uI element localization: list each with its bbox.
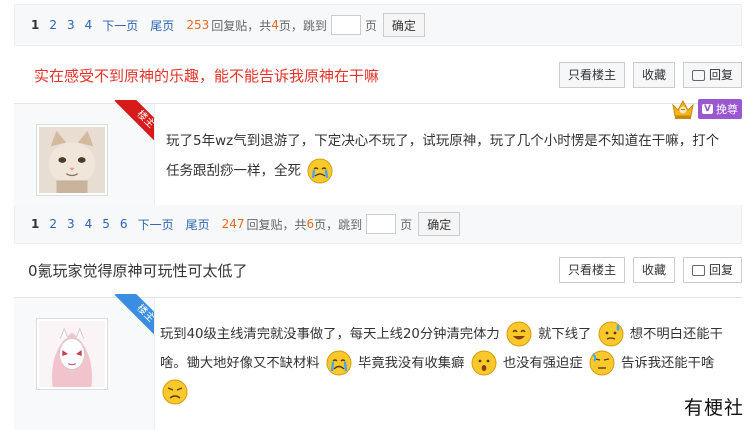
page-4-link[interactable]: 4 [85,217,93,231]
only-op-button[interactable]: 只看楼主 [558,62,625,88]
page-total: 6 [306,217,315,231]
page-3-link[interactable]: 3 [67,217,75,231]
sweat-emoji-icon [598,321,624,347]
favorite-button[interactable]: 收藏 [632,62,675,88]
pager: 1 2 3 4 下一页 尾页 253 回复贴，共 4 页，跳到 页 确定 [31,5,425,45]
page-6-link[interactable]: 6 [120,217,128,231]
avatar[interactable] [36,318,108,390]
thread-title: 实在感受不到原神的乐趣，能不能告诉我原神在干嘛 [34,67,380,85]
only-op-label: 只看楼主 [567,263,616,277]
post-content: 玩了5年wz气到退游了，下定决心不玩了，试玩原神，玩了几个小时愣是不知道在干嘛，… [166,126,728,186]
op-ribbon-label: 楼主 [114,100,154,150]
pager-bar: 1 2 3 4 下一页 尾页 253 回复贴，共 4 页，跳到 页 确定 [14,4,742,46]
reply-label: 回复 [708,263,733,277]
only-op-button[interactable]: 只看楼主 [558,257,625,283]
reply-count: 253 [186,18,210,32]
only-op-label: 只看楼主 [567,68,616,82]
page-unit: 页，跳到 [278,18,327,33]
first-post: 楼主 玩了5年wz气到退游了，下定决心不玩了，试玩原神，玩了几个小时愣是不知道在… [14,100,742,205]
pager: 1 2 3 4 5 6 下一页 尾页 247 回复贴，共 6 页，跳到 页 确定 [31,205,461,243]
pager-bar: 1 2 3 4 5 6 下一页 尾页 247 回复贴，共 6 页，跳到 页 确定 [14,205,742,244]
watermark-logo: 有梗社 [683,397,744,419]
page-5-link[interactable]: 5 [102,217,110,231]
reply-button[interactable]: 回复 [682,62,742,88]
post-text-seg6: 告诉我还能干啥 [621,356,715,371]
reply-icon [691,264,705,276]
post-text: 玩了5年wz气到退游了，下定决心不玩了，试玩原神，玩了几个小时愣是不知道在干嘛，… [166,133,720,179]
page-total: 4 [271,18,279,32]
thread-actions: 只看楼主 收藏 回复 [558,62,742,88]
favorite-label: 收藏 [641,263,666,277]
author-column: 楼主 [14,100,155,205]
page-2-link[interactable]: 2 [49,18,57,32]
page-unit: 页，跳到 [314,217,363,232]
thread-panel-2: 1 2 3 4 5 6 下一页 尾页 247 回复贴，共 6 页，跳到 页 确定… [0,205,756,430]
page-suffix: 页 [400,217,413,232]
confirm-button[interactable]: 确定 [418,212,461,236]
page-suffix: 页 [364,18,377,33]
smile-emoji-icon [506,321,532,347]
crying-emoji-icon [326,350,352,376]
favorite-label: 收藏 [641,68,666,82]
favorite-button[interactable]: 收藏 [632,257,675,283]
op-ribbon-label: 楼主 [114,294,154,344]
page-jump-input[interactable] [366,214,397,234]
reply-button[interactable]: 回复 [682,257,742,283]
reply-count: 247 [221,217,245,231]
first-post: 楼主 玩到40级主线清完就没事做了，每天上线20分钟清完体力 就下线了 想不明白… [14,294,742,430]
reply-label: 回复 [708,68,733,82]
thread-title: 0氪玩家觉得原神可玩性可太低了 [28,262,248,280]
page-3-link[interactable]: 3 [67,18,75,32]
page-4-link[interactable]: 4 [85,18,93,32]
title-row: 实在感受不到原神的乐趣，能不能告诉我原神在干嘛 只看楼主 收藏 回复 [14,54,742,98]
last-page-link[interactable]: 尾页 [150,17,174,34]
cat-avatar-image [39,127,105,193]
page-jump-input[interactable] [330,15,361,35]
next-page-link[interactable]: 下一页 [138,216,174,233]
reply-label: 回复贴，共 [211,18,272,33]
author-column: 楼主 [14,294,155,430]
title-row: 0氪玩家觉得原神可玩性可太低了 只看楼主 收藏 回复 [14,249,742,293]
sweat-emoji-icon [589,350,615,376]
crying-emoji-icon [307,158,333,184]
next-page-link[interactable]: 下一页 [102,17,138,34]
reply-label: 回复贴，共 [246,217,307,232]
page-1-link[interactable]: 1 [31,18,39,32]
post-text-seg4: 毕竟我没有收集癖 [358,356,465,371]
anime-avatar-image [39,321,105,387]
confirm-button[interactable]: 确定 [382,13,425,37]
surprised-emoji-icon [471,350,497,376]
post-text-seg5: 也没有强迫症 [502,356,583,371]
post-text-seg2: 就下线了 [538,327,592,342]
reply-icon [691,69,705,81]
last-page-link[interactable]: 尾页 [186,216,210,233]
post-text-seg1: 玩到40级主线清完就没事做了，每天上线20分钟清完体力 [160,327,500,342]
op-ribbon: 楼主 [104,100,154,150]
thread-actions: 只看楼主 收藏 回复 [558,257,742,283]
page-2-link[interactable]: 2 [49,217,57,231]
page-1-link[interactable]: 1 [31,217,39,231]
post-content: 玩到40级主线清完就没事做了，每天上线20分钟清完体力 就下线了 想不明白还能干… [160,320,734,407]
thread-panel-1: 1 2 3 4 下一页 尾页 253 回复贴，共 4 页，跳到 页 确定 实在感… [0,0,756,205]
op-ribbon: 楼主 [104,294,154,344]
frown-emoji-icon [162,379,188,405]
avatar[interactable] [36,124,108,196]
